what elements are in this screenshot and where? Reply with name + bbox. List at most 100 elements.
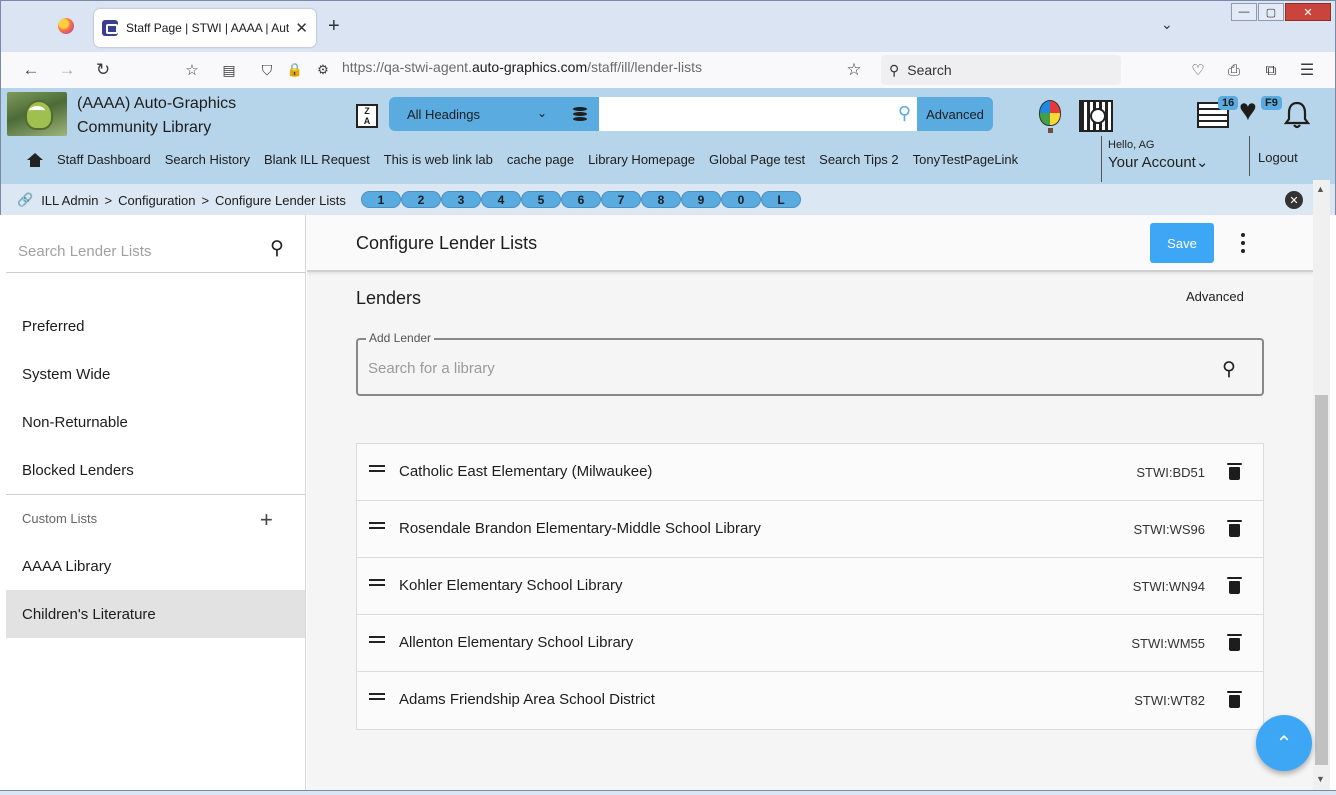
lender-row: Adams Friendship Area School District ST… <box>357 672 1263 729</box>
logout-link[interactable]: Logout <box>1249 136 1298 176</box>
pager-button[interactable]: 8 <box>641 191 681 208</box>
drag-handle-icon[interactable] <box>369 693 385 700</box>
catalog-search-input[interactable]: ⚲ <box>599 97 917 131</box>
sidebar-item-preferred[interactable]: Preferred <box>6 302 305 350</box>
heart-icon[interactable]: ♥ <box>1239 96 1257 126</box>
nav-staff-dashboard[interactable]: Staff Dashboard <box>57 152 151 167</box>
pager-button[interactable]: 4 <box>481 191 521 208</box>
trash-icon[interactable] <box>1227 691 1242 709</box>
nav-search-history[interactable]: Search History <box>165 152 250 167</box>
add-lender-field: Add Lender ⚲ <box>356 331 1264 396</box>
sidebar-item-childrens-literature[interactable]: Children's Literature <box>6 590 305 638</box>
menu-icon[interactable]: ☰ <box>1296 59 1318 81</box>
sidebar-item-non-returnable[interactable]: Non-Returnable <box>6 398 305 446</box>
drag-handle-icon[interactable] <box>369 522 385 529</box>
barcode-scan-icon[interactable] <box>1079 100 1113 132</box>
bell-icon[interactable] <box>1282 100 1312 130</box>
lock-icon[interactable]: 🔒 <box>284 59 306 81</box>
firefox-icon <box>58 18 74 34</box>
pager-button[interactable]: 3 <box>441 191 481 208</box>
lender-list-search-placeholder: Search Lender Lists <box>18 243 152 260</box>
star-icon[interactable]: ☆ <box>843 59 865 81</box>
scroll-down-icon[interactable]: ▼ <box>1316 774 1325 784</box>
az-browse-icon[interactable]: ZA <box>356 104 378 128</box>
pocket-icon[interactable]: ♡ <box>1187 59 1209 81</box>
sidebar-item-blocked-lenders[interactable]: Blocked Lenders <box>6 446 305 494</box>
breadcrumb-ill-admin[interactable]: ILL Admin <box>41 193 98 208</box>
new-tab-icon[interactable]: + <box>328 15 340 38</box>
nav-global-page-test[interactable]: Global Page test <box>709 152 805 167</box>
bookmark-page-icon[interactable]: ☆ <box>181 59 203 81</box>
shield-icon[interactable]: ⛉ <box>256 59 278 81</box>
window-minimize-button[interactable]: — <box>1231 3 1257 21</box>
more-options-icon[interactable] <box>1237 233 1249 253</box>
nav-search-tips-2[interactable]: Search Tips 2 <box>819 152 899 167</box>
firefox-tab[interactable] <box>51 11 81 41</box>
active-tab[interactable]: Staff Page | STWI | AAAA | Auto ✕ <box>94 9 316 47</box>
reload-icon[interactable]: ↻ <box>92 59 114 81</box>
reader-icon[interactable]: ▤ <box>218 59 240 81</box>
window-close-button[interactable]: ✕ <box>1285 3 1331 21</box>
chevron-down-icon: ⌄ <box>537 106 548 120</box>
url-field[interactable]: https://qa-stwi-agent.auto-graphics.com/… <box>342 59 702 75</box>
print-icon[interactable]: ⎙ <box>1223 59 1245 81</box>
tab-close-icon[interactable]: ✕ <box>295 19 308 37</box>
save-button[interactable]: Save <box>1150 223 1214 263</box>
nav-web-link-lab[interactable]: This is web link lab <box>384 152 493 167</box>
lender-name: Allenton Elementary School Library <box>399 634 634 651</box>
advanced-link[interactable]: Advanced <box>1186 289 1244 304</box>
pager-button[interactable]: 0 <box>721 191 761 208</box>
drag-handle-icon[interactable] <box>369 579 385 586</box>
lender-row: Catholic East Elementary (Milwaukee) STW… <box>357 444 1263 501</box>
trash-icon[interactable] <box>1227 463 1242 481</box>
pager-button[interactable]: L <box>761 191 801 208</box>
pager-button[interactable]: 9 <box>681 191 721 208</box>
add-custom-list-icon[interactable]: + <box>260 507 273 533</box>
trash-icon[interactable] <box>1227 634 1242 652</box>
lender-list-search-input[interactable]: Search Lender Lists ⚲ <box>6 215 305 273</box>
sidebar-item-system-wide[interactable]: System Wide <box>6 350 305 398</box>
pager-button[interactable]: 7 <box>601 191 641 208</box>
lender-code: STWI:WT82 <box>1134 693 1205 708</box>
nav-tony-test-page-link[interactable]: TonyTestPageLink <box>913 152 1019 167</box>
pager-button[interactable]: 1 <box>361 191 401 208</box>
trash-icon[interactable] <box>1227 520 1242 538</box>
lender-code: STWI:WS96 <box>1133 522 1205 537</box>
pager-button[interactable]: 2 <box>401 191 441 208</box>
nav-blank-ill-request[interactable]: Blank ILL Request <box>264 152 370 167</box>
drag-handle-icon[interactable] <box>369 636 385 643</box>
drag-handle-icon[interactable] <box>369 465 385 472</box>
scroll-to-top-button[interactable]: ⌃ <box>1256 715 1312 771</box>
heading-select[interactable]: All Headings ⌄ <box>389 97 599 131</box>
database-icon[interactable] <box>573 107 587 123</box>
breadcrumb-configuration[interactable]: Configuration <box>118 193 195 208</box>
back-icon[interactable]: ← <box>20 59 42 81</box>
window-maximize-button[interactable]: ▢ <box>1258 3 1284 21</box>
scrollbar-thumb[interactable] <box>1315 395 1328 765</box>
sidebar-item-aaaa-library[interactable]: AAAA Library <box>6 542 305 590</box>
extensions-icon[interactable]: ⧉ <box>1260 59 1282 81</box>
greeting: Hello, AG <box>1108 139 1155 151</box>
add-lender-input[interactable] <box>368 356 1188 380</box>
balloon-icon[interactable] <box>1039 100 1061 133</box>
system-lists: Preferred System Wide Non-Returnable Blo… <box>6 302 305 494</box>
home-icon[interactable] <box>27 152 43 167</box>
permissions-icon[interactable]: ⚙ <box>312 59 334 81</box>
tab-list-chevron-icon[interactable]: ⌄ <box>1161 16 1173 33</box>
browser-search-field[interactable]: ⚲ Search <box>881 55 1121 85</box>
account-menu[interactable]: Hello, AG Your Account⌄ <box>1101 136 1245 182</box>
page-scrollbar[interactable]: ▲ ▼ <box>1313 180 1330 790</box>
nav-library-homepage[interactable]: Library Homepage <box>588 152 695 167</box>
search-icon[interactable]: ⚲ <box>1222 358 1236 381</box>
nav-cache-page[interactable]: cache page <box>507 152 574 167</box>
close-icon[interactable]: ✕ <box>1285 191 1303 209</box>
trash-icon[interactable] <box>1227 577 1242 595</box>
scroll-up-icon[interactable]: ▲ <box>1316 184 1325 194</box>
pager-button[interactable]: 6 <box>561 191 601 208</box>
library-logo[interactable] <box>7 92 67 136</box>
forward-icon[interactable]: → <box>56 59 78 81</box>
advanced-search-button[interactable]: Advanced <box>917 97 993 131</box>
pager-button[interactable]: 5 <box>521 191 561 208</box>
search-icon[interactable]: ⚲ <box>270 237 284 260</box>
search-icon[interactable]: ⚲ <box>898 103 911 124</box>
